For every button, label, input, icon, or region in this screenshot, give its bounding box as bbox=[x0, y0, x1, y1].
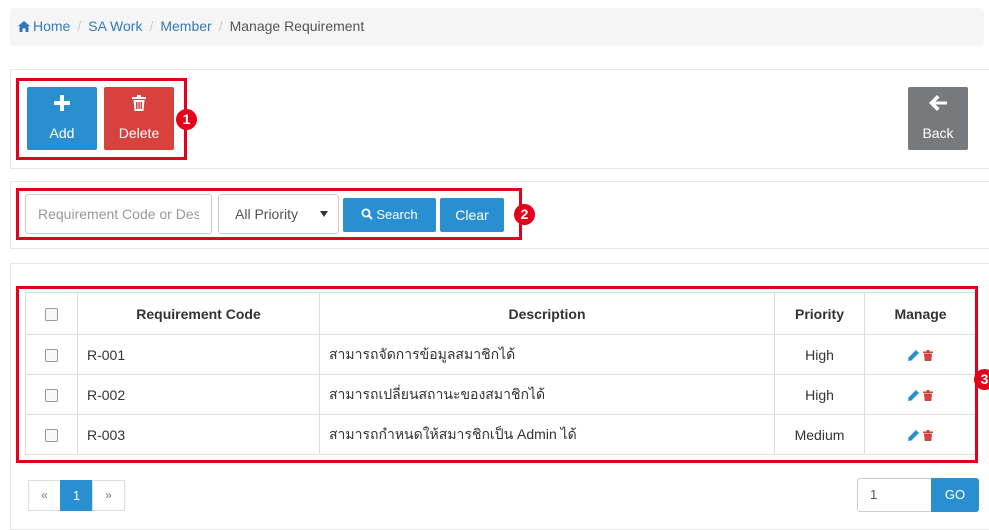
annotation-frame-1 bbox=[16, 78, 187, 160]
breadcrumb-home-link[interactable]: Home bbox=[33, 18, 70, 34]
breadcrumb: Home / SA Work / Member / Manage Requirement bbox=[10, 8, 984, 46]
breadcrumb-current: Manage Requirement bbox=[229, 18, 365, 34]
annotation-badge-2: 2 bbox=[514, 204, 535, 225]
breadcrumb-member-link[interactable]: Member bbox=[160, 18, 211, 34]
back-button[interactable]: Back bbox=[908, 87, 968, 150]
breadcrumb-separator: / bbox=[77, 18, 82, 34]
annotation-frame-3 bbox=[16, 286, 978, 463]
annotation-frame-2 bbox=[16, 188, 522, 240]
arrow-left-icon bbox=[929, 95, 947, 111]
breadcrumb-sa-work-link[interactable]: SA Work bbox=[88, 18, 142, 34]
breadcrumb-separator: / bbox=[218, 18, 223, 34]
annotation-badge-1: 1 bbox=[176, 109, 197, 130]
pagination: « 1 » bbox=[28, 480, 125, 511]
pagination-next[interactable]: » bbox=[92, 480, 125, 511]
annotation-badge-3: 3 bbox=[974, 369, 989, 390]
home-icon bbox=[18, 21, 30, 32]
breadcrumb-separator: / bbox=[149, 18, 154, 34]
go-button[interactable]: GO bbox=[931, 478, 979, 512]
pagination-prev[interactable]: « bbox=[28, 480, 61, 511]
back-button-label: Back bbox=[922, 125, 954, 141]
pagination-page-1[interactable]: 1 bbox=[60, 480, 93, 511]
goto-page-input[interactable]: 1 bbox=[857, 478, 932, 512]
